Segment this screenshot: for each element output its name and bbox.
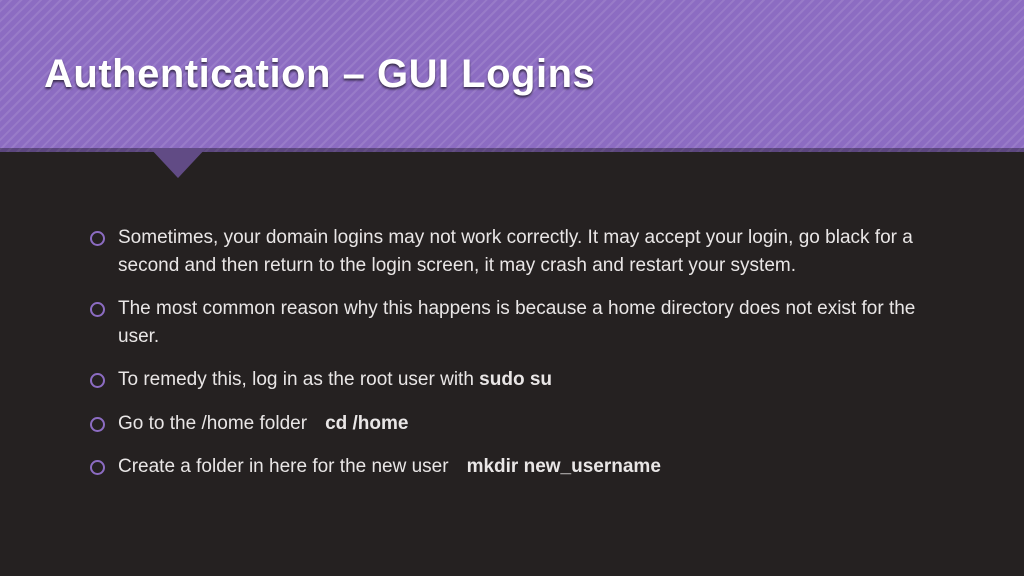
command-text: sudo su [479,369,552,390]
command-text: cd /home [325,413,408,434]
slide-header: Authentication – GUI Logins [0,0,1024,152]
bullet-text: Create a folder in here for the new user [118,456,449,477]
list-item: Create a folder in here for the new user… [90,453,954,481]
bullet-text: To remedy this, log in as the root user … [118,369,479,390]
slide-body: Sometimes, your domain logins may not wo… [0,152,1024,481]
bullet-text: Sometimes, your domain logins may not wo… [118,227,913,276]
bullet-list: Sometimes, your domain logins may not wo… [90,224,954,481]
list-item: The most common reason why this happens … [90,295,954,350]
bullet-text: The most common reason why this happens … [118,298,915,347]
slide-title: Authentication – GUI Logins [44,52,595,97]
list-item: Go to the /home folder cd /home [90,410,954,438]
command-text: mkdir new_username [467,456,661,477]
list-item: To remedy this, log in as the root user … [90,366,954,394]
bullet-text: Go to the /home folder [118,413,307,434]
list-item: Sometimes, your domain logins may not wo… [90,224,954,279]
header-notch-icon [150,148,206,178]
